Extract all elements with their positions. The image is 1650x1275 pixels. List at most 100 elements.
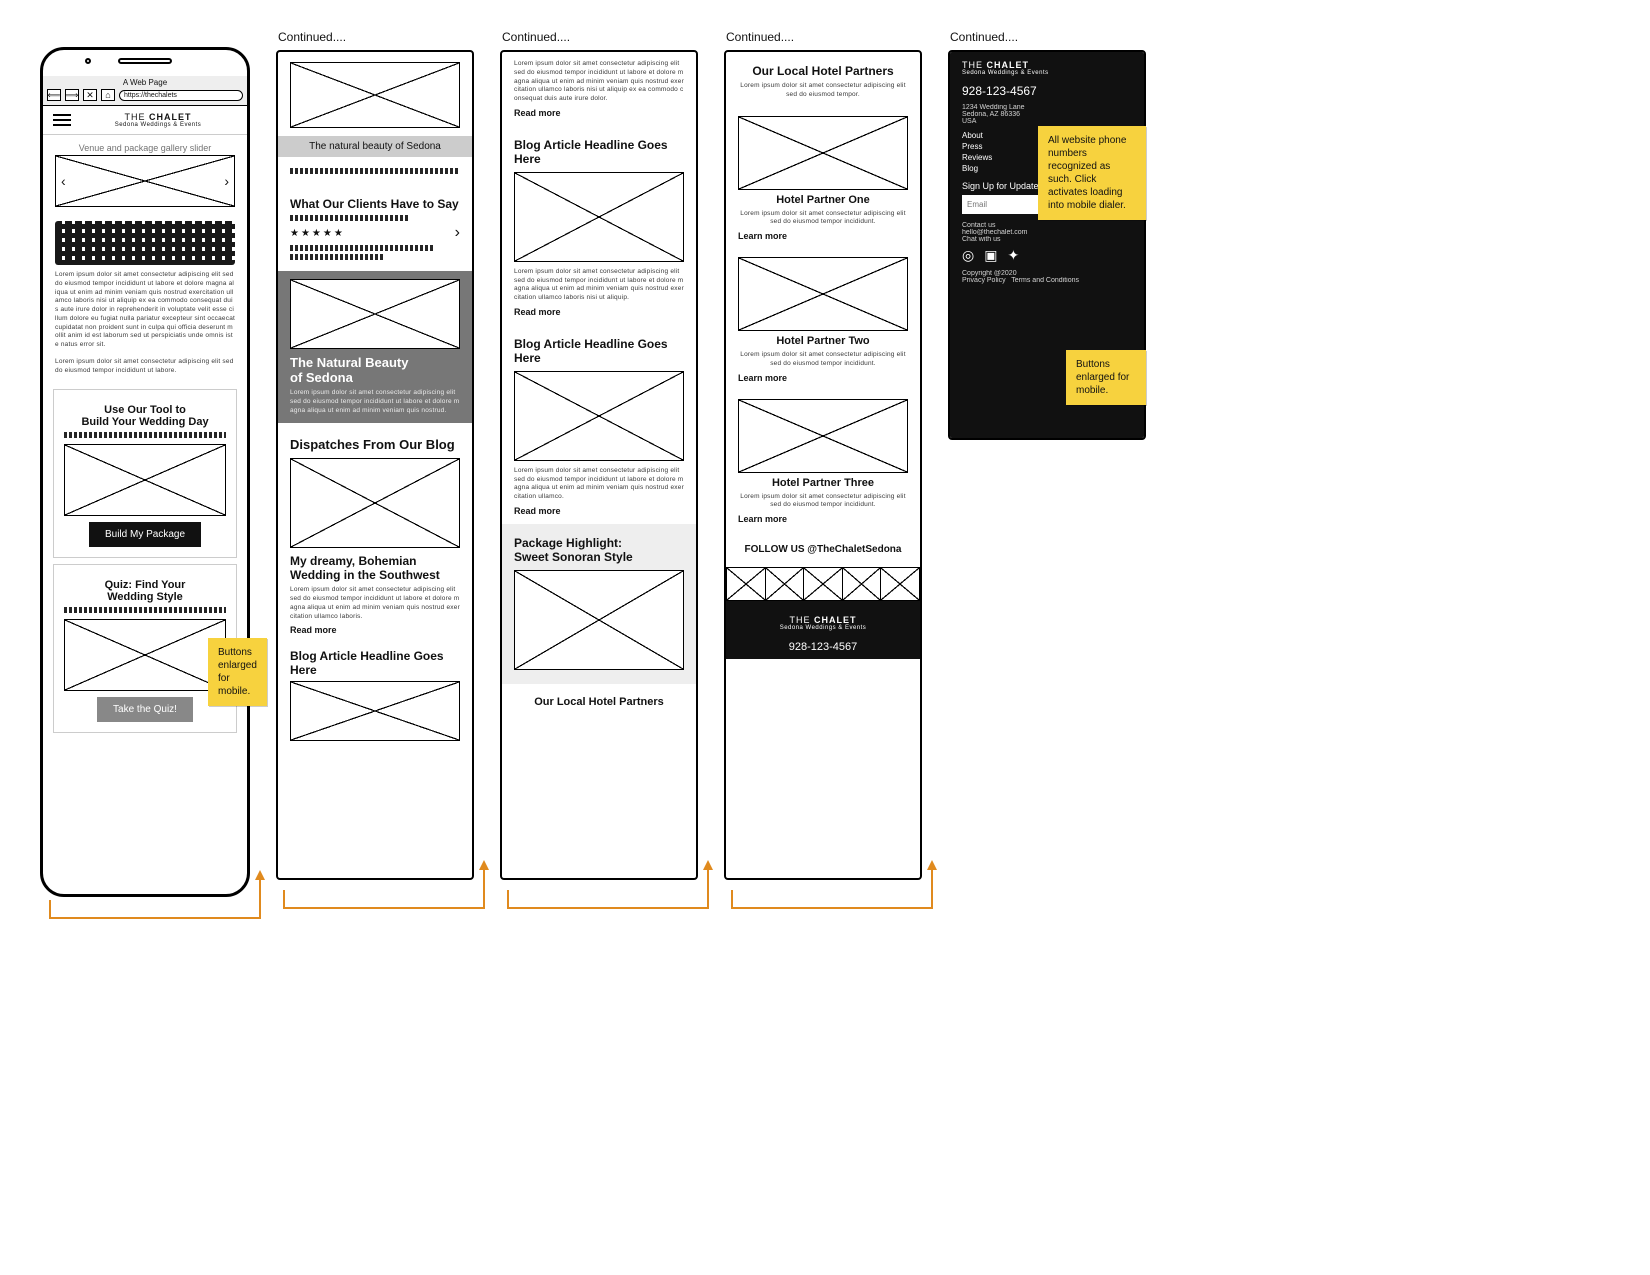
- blog-1-title[interactable]: My dreamy, BohemianWedding in the Southw…: [290, 554, 460, 582]
- contact-email-link[interactable]: hello@thechalet.com: [962, 229, 1132, 236]
- blog-dispatches-heading: Dispatches From Our Blog: [290, 437, 460, 452]
- blog-1-copy: Lorem ipsum dolor sit amet consectetur a…: [290, 586, 460, 621]
- feature-title: The Natural Beautyof Sedona: [290, 355, 460, 385]
- headline-scribble: [55, 221, 235, 265]
- slider-caption: Venue and package gallery slider: [55, 143, 235, 153]
- decor-line: [290, 254, 384, 260]
- chat-link[interactable]: Chat with us: [962, 236, 1132, 243]
- partner-3-learnmore-link[interactable]: Learn more: [738, 514, 908, 524]
- hamburger-icon[interactable]: [53, 114, 71, 126]
- intro-copy: Lorem ipsum dolor sit amet consectetur a…: [55, 271, 235, 350]
- footer-link-about[interactable]: About: [962, 131, 1040, 140]
- privacy-link[interactable]: Privacy Policy: [962, 277, 1006, 284]
- decor-line: [290, 215, 409, 221]
- partner-3-copy: Lorem ipsum dolor sit amet consectetur a…: [738, 493, 908, 511]
- footer-address: 1234 Wedding Lane Sedona, AZ 86336 USA: [962, 104, 1132, 125]
- readmore-link[interactable]: Read more: [514, 108, 684, 118]
- footer-phone-link[interactable]: 928-123-4567: [962, 84, 1132, 98]
- tool-title: Use Our Tool toBuild Your Wedding Day: [64, 404, 226, 428]
- instagram-icon[interactable]: ◎: [962, 247, 974, 264]
- partner-2-learnmore-link[interactable]: Learn more: [738, 373, 908, 383]
- sedona-image: [290, 62, 460, 128]
- instagram-strip[interactable]: [726, 567, 920, 601]
- blog-image[interactable]: [514, 371, 684, 461]
- frame-4-column: Continued.... Our Local Hotel Partners L…: [724, 30, 922, 880]
- terms-link[interactable]: Terms and Conditions: [1011, 277, 1079, 284]
- nav-fwd-icon[interactable]: ⟹: [65, 89, 79, 101]
- partners-heading: Our Local Hotel Partners: [738, 64, 908, 78]
- annotation-phone-dialer: All website phone numbers recognized as …: [1038, 126, 1146, 220]
- footer-logo[interactable]: THE CHALET Sedona Weddings & Events: [736, 615, 910, 631]
- quiz-title: Quiz: Find YourWedding Style: [64, 579, 226, 603]
- continued-label: Continued....: [726, 30, 922, 44]
- url-bar[interactable]: https://thechalets: [119, 90, 243, 101]
- partner-1-copy: Lorem ipsum dolor sit amet consectetur a…: [738, 210, 908, 228]
- blog-1-image[interactable]: [290, 458, 460, 548]
- package-image[interactable]: [514, 570, 684, 670]
- intro-copy-2: Lorem ipsum dolor sit amet consectetur a…: [55, 358, 235, 376]
- feature-copy: Lorem ipsum dolor sit amet consectetur a…: [290, 389, 460, 415]
- testimonials-heading: What Our Clients Have to Say: [290, 197, 460, 211]
- readmore-link[interactable]: Read more: [514, 307, 684, 317]
- facebook-icon[interactable]: ▣: [984, 247, 997, 264]
- blog-headline[interactable]: Blog Article Headline Goes Here: [514, 337, 684, 365]
- phone-camera-dot: [85, 58, 91, 64]
- partner-2-title[interactable]: Hotel Partner Two: [738, 335, 908, 347]
- wireframe-stage: A Web Page ⟸ ⟹ ✕ ⌂ https://thechalets TH…: [40, 30, 1610, 897]
- package-highlight-title: Package Highlight:Sweet Sonoran Style: [514, 536, 684, 564]
- blog-2-image[interactable]: [290, 681, 460, 741]
- partner-1-title[interactable]: Hotel Partner One: [738, 194, 908, 206]
- footer-link-press[interactable]: Press: [962, 142, 1040, 151]
- continued-label: Continued....: [950, 30, 1146, 44]
- build-package-button[interactable]: Build My Package: [89, 522, 201, 547]
- footer-link-blog[interactable]: Blog: [962, 164, 1040, 173]
- phone-frame: A Web Page ⟸ ⟹ ✕ ⌂ https://thechalets TH…: [40, 47, 250, 897]
- blog-copy: Lorem ipsum dolor sit amet consectetur a…: [514, 60, 684, 104]
- partners-heading: Our Local Hotel Partners: [514, 696, 684, 708]
- partner-2-image[interactable]: [738, 257, 908, 331]
- readmore-link[interactable]: Read more: [514, 506, 684, 516]
- nav-back-icon[interactable]: ⟸: [47, 89, 61, 101]
- testimonial-next-icon[interactable]: ›: [455, 224, 460, 242]
- blog-2-title[interactable]: Blog Article Headline Goes Here: [290, 649, 460, 677]
- footer-logo[interactable]: THE CHALET Sedona Weddings & Events: [962, 60, 1132, 76]
- quiz-image: [64, 619, 226, 691]
- partner-1-image[interactable]: [738, 116, 908, 190]
- brand-logo[interactable]: THE CHALET Sedona Weddings & Events: [79, 112, 237, 128]
- footer-link-reviews[interactable]: Reviews: [962, 153, 1040, 162]
- star-rating-icon: ★★★★★: [290, 228, 345, 239]
- decor-line: [290, 168, 460, 174]
- blog-image[interactable]: [514, 172, 684, 262]
- frame-3-panel: Lorem ipsum dolor sit amet consectetur a…: [500, 50, 698, 880]
- partner-3-image[interactable]: [738, 399, 908, 473]
- browser-title: A Web Page: [123, 78, 167, 87]
- annotation-buttons-enlarged-1: Buttons enlarged for mobile.: [208, 638, 267, 706]
- partner-3-title[interactable]: Hotel Partner Three: [738, 477, 908, 489]
- slider-next-icon[interactable]: ›: [224, 173, 229, 189]
- nav-home-icon[interactable]: ⌂: [101, 89, 115, 101]
- image-caption: The natural beauty of Sedona: [278, 136, 472, 157]
- annotation-buttons-enlarged-2: Buttons enlarged for mobile.: [1066, 350, 1146, 405]
- decor-line: [290, 245, 435, 251]
- continued-label: Continued....: [502, 30, 698, 44]
- blog-headline[interactable]: Blog Article Headline Goes Here: [514, 138, 684, 166]
- take-quiz-button[interactable]: Take the Quiz!: [97, 697, 193, 722]
- header-bar: THE CHALET Sedona Weddings & Events: [43, 106, 247, 135]
- copyright-text: Copyright @2020: [962, 270, 1132, 277]
- tool-image: [64, 444, 226, 516]
- blog-1-readmore-link[interactable]: Read more: [290, 625, 460, 635]
- twitter-icon[interactable]: ✦: [1007, 247, 1019, 264]
- follow-us-heading[interactable]: FOLLOW US @TheChaletSedona: [738, 544, 908, 555]
- continued-label: Continued....: [278, 30, 474, 44]
- partner-1-learnmore-link[interactable]: Learn more: [738, 231, 908, 241]
- slider-prev-icon[interactable]: ‹: [61, 173, 66, 189]
- frame-2-column: Continued.... The natural beauty of Sedo…: [276, 30, 474, 880]
- footer-phone-link[interactable]: 928-123-4567: [736, 641, 910, 653]
- partner-2-copy: Lorem ipsum dolor sit amet consectetur a…: [738, 351, 908, 369]
- blog-copy: Lorem ipsum dolor sit amet consectetur a…: [514, 467, 684, 502]
- feature-image: [290, 279, 460, 349]
- browser-chrome: A Web Page ⟸ ⟹ ✕ ⌂ https://thechalets: [43, 76, 247, 106]
- nav-stop-icon[interactable]: ✕: [83, 89, 97, 101]
- decor-line: [64, 607, 226, 613]
- frame-3-column: Continued.... Lorem ipsum dolor sit amet…: [500, 30, 698, 880]
